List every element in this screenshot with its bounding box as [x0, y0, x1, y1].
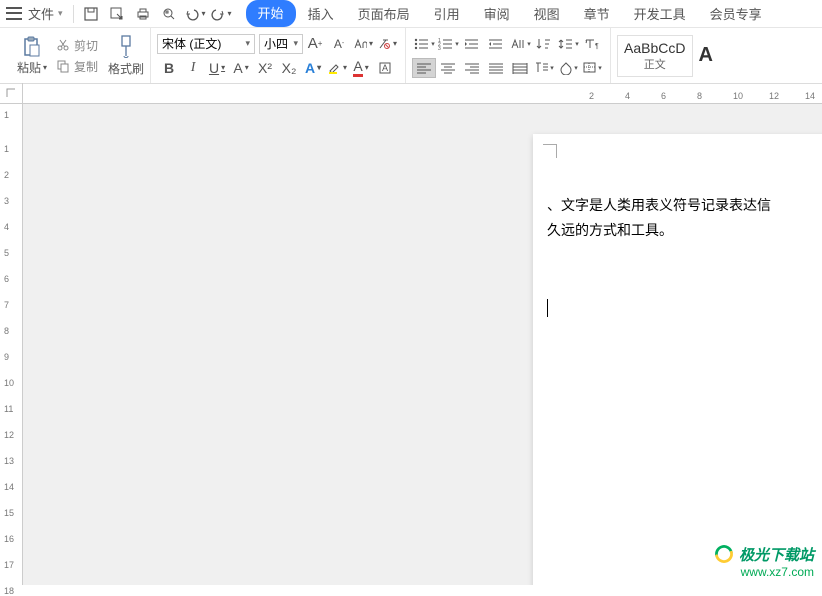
increase-indent-button[interactable] — [484, 34, 508, 54]
subscript-button[interactable]: X₂ — [279, 58, 299, 78]
tab-member[interactable]: 会员专享 — [698, 0, 774, 27]
sort-button[interactable] — [532, 34, 556, 54]
undo-button[interactable]: ▾ — [184, 3, 206, 25]
clipboard-group: 粘贴▾ 剪切 复制 格式刷 — [6, 28, 151, 83]
text-direction-button[interactable]: ▾ — [532, 58, 556, 78]
watermark: 极光下载站 www.xz7.com — [713, 543, 814, 579]
align-justify-button[interactable] — [484, 58, 508, 78]
font-name-select[interactable]: 宋体 (正文)▾ — [157, 34, 255, 54]
scissors-icon — [56, 38, 70, 52]
watermark-url: www.xz7.com — [713, 565, 814, 579]
tab-page-layout[interactable]: 页面布局 — [346, 0, 422, 27]
save-as-icon[interactable] — [106, 3, 128, 25]
svg-text:A: A — [382, 63, 388, 73]
tab-view[interactable]: 视图 — [522, 0, 572, 27]
save-icon[interactable] — [80, 3, 102, 25]
tab-section[interactable]: 章节 — [572, 0, 622, 27]
document-page[interactable]: 、文字是人类用表义符号记录表达信 久远的方式和工具。 — [533, 134, 822, 585]
distributed-button[interactable] — [508, 58, 532, 78]
margin-marker-icon — [543, 144, 557, 158]
italic-button[interactable]: I — [183, 58, 203, 78]
tab-bar: 开始 插入 页面布局 引用 审阅 视图 章节 开发工具 会员专享 — [246, 0, 774, 27]
line-spacing-button[interactable]: ▾ — [556, 34, 580, 54]
style-normal[interactable]: AaBbCcD 正文 — [617, 35, 692, 77]
menubar: 文件 ▾ ▾ ▾ 开始 插入 页面布局 引用 审阅 视图 章节 开发工具 会员专… — [0, 0, 822, 28]
styles-group: AaBbCcD 正文 A — [611, 28, 719, 83]
paragraph-group: ▾ 123▾ ▾ ▾ ¶ ▾ ▾ ▾ — [406, 28, 611, 83]
paste-button[interactable]: 粘贴▾ — [12, 35, 52, 76]
document-text[interactable]: 、文字是人类用表义符号记录表达信 久远的方式和工具。 — [547, 194, 822, 244]
style-font-preview[interactable]: A — [699, 44, 713, 67]
svg-text:¶: ¶ — [595, 43, 599, 50]
bullets-button[interactable]: ▾ — [412, 34, 436, 54]
bold-button[interactable]: B — [159, 58, 179, 78]
ribbon: 粘贴▾ 剪切 复制 格式刷 宋体 (正文)▾ 小四▾ A+ A- B I U — [0, 28, 822, 84]
vertical-ruler[interactable]: 1 1 2 3 4 5 6 7 8 9 10 11 12 13 14 15 16… — [0, 104, 23, 585]
tab-developer[interactable]: 开发工具 — [622, 0, 698, 27]
tab-insert[interactable]: 插入 — [296, 0, 346, 27]
decrease-indent-button[interactable] — [460, 34, 484, 54]
file-menu[interactable]: 文件 — [28, 4, 54, 23]
tab-start[interactable]: 开始 — [246, 0, 296, 27]
superscript-button[interactable]: X² — [255, 58, 275, 78]
align-right-button[interactable] — [460, 58, 484, 78]
ruler-corner-icon — [0, 83, 23, 103]
cut-button[interactable]: 剪切 — [56, 37, 98, 54]
font-size-select[interactable]: 小四▾ — [259, 34, 303, 54]
brush-icon — [115, 34, 137, 60]
horizontal-ruler[interactable]: 2 4 6 8 10 12 14 — [0, 84, 822, 104]
font-group: 宋体 (正文)▾ 小四▾ A+ A- B I U A X² X₂ A A A — [151, 28, 406, 83]
character-border-button[interactable]: A — [375, 58, 395, 78]
menu-icon[interactable] — [6, 6, 22, 22]
paste-label: 粘贴 — [17, 59, 41, 76]
document-area: 2 4 6 8 10 12 14 1 1 2 3 4 5 6 7 8 9 10 … — [0, 84, 822, 585]
change-case-icon[interactable] — [353, 34, 373, 54]
paste-icon — [20, 35, 44, 59]
page-background[interactable]: 、文字是人类用表义符号记录表达信 久远的方式和工具。 — [23, 104, 822, 585]
print-icon[interactable] — [132, 3, 154, 25]
clear-format-icon[interactable] — [377, 34, 397, 54]
watermark-title: 极光下载站 — [739, 544, 814, 565]
copy-icon — [56, 59, 70, 73]
text-effects-button[interactable]: A — [303, 58, 323, 78]
redo-button[interactable]: ▾ — [210, 3, 232, 25]
highlight-button[interactable] — [327, 58, 347, 78]
copy-button[interactable]: 复制 — [56, 58, 98, 75]
svg-text:3: 3 — [438, 46, 441, 51]
decrease-font-icon[interactable]: A- — [329, 34, 349, 54]
strike-button[interactable]: A — [231, 58, 251, 78]
format-painter-button[interactable]: 格式刷 — [108, 34, 144, 77]
increase-font-icon[interactable]: A+ — [305, 34, 325, 54]
underline-button[interactable]: U — [207, 58, 227, 78]
tab-references[interactable]: 引用 — [422, 0, 472, 27]
align-left-button[interactable] — [412, 58, 436, 78]
font-color-button[interactable]: A — [351, 58, 371, 78]
show-marks-button[interactable]: ¶ — [580, 34, 604, 54]
print-preview-icon[interactable] — [158, 3, 180, 25]
shading-button[interactable]: ▾ — [556, 58, 580, 78]
numbering-button[interactable]: 123▾ — [436, 34, 460, 54]
watermark-logo-icon — [713, 543, 735, 565]
align-center-button[interactable] — [436, 58, 460, 78]
borders-button[interactable]: ▾ — [580, 58, 604, 78]
asian-layout-button[interactable]: ▾ — [508, 34, 532, 54]
file-menu-arrow-icon[interactable]: ▾ — [58, 8, 63, 19]
tab-review[interactable]: 审阅 — [472, 0, 522, 27]
separator — [73, 5, 74, 23]
text-cursor-icon — [547, 299, 548, 317]
